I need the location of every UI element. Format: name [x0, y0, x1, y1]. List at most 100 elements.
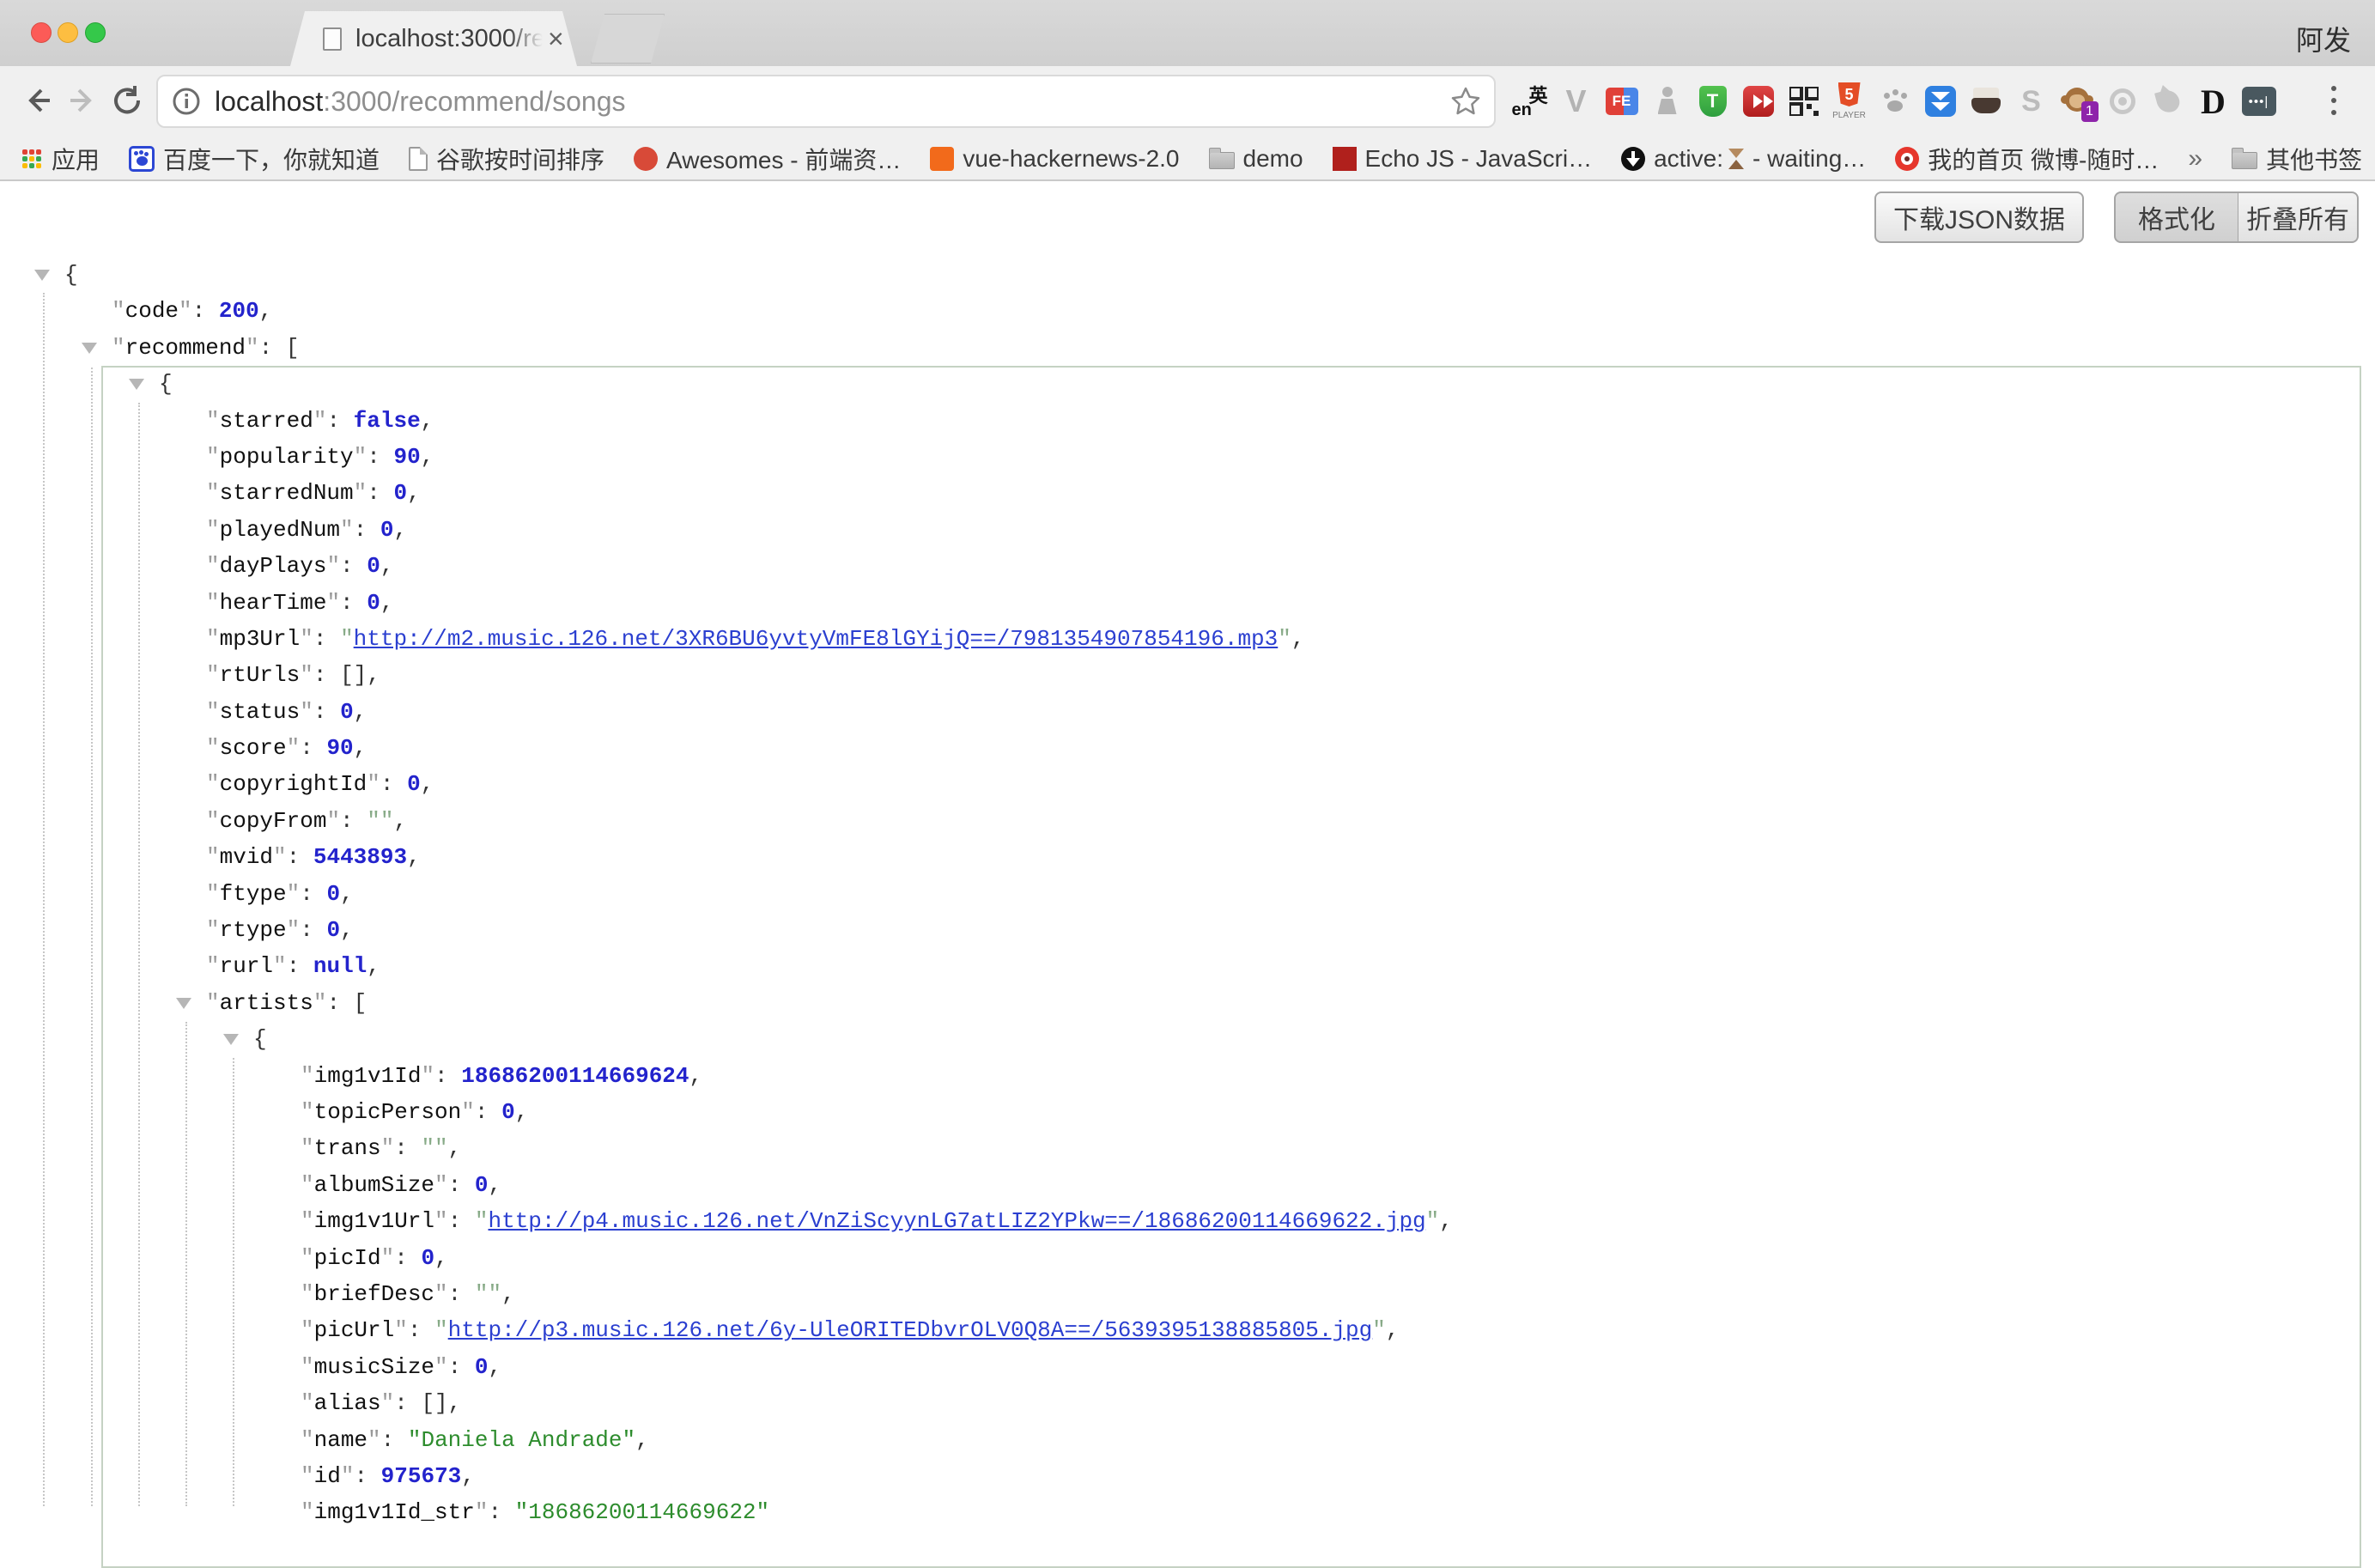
extension-downloader[interactable] [1917, 75, 1963, 128]
address-bar[interactable]: localhost:3000/recommend/songs [156, 75, 1496, 128]
profile-name[interactable]: 阿发 [2296, 19, 2351, 58]
browser-tab[interactable]: localhost:3000/recommend/so × [290, 11, 577, 66]
bookmark-baidu[interactable]: 百度一下，你就知道 [129, 142, 380, 176]
collapse-triangle-icon[interactable] [176, 998, 191, 1009]
apps-grid-icon [21, 148, 43, 170]
json-viewer: {"code": 200,"recommend": [{"starred": f… [0, 257, 2375, 1531]
browser-toolbar: localhost:3000/recommend/songs 英enVFE T 5P… [0, 66, 2375, 137]
back-button[interactable] [15, 78, 60, 123]
extension-fast-forward[interactable] [1735, 75, 1781, 128]
extension-paw[interactable] [1872, 75, 1917, 128]
reload-button[interactable] [105, 78, 149, 123]
apps-shortcut[interactable]: 应用 [21, 142, 100, 176]
json-line: "trans": "", [0, 1130, 2375, 1166]
bookmarks-overflow-chevron[interactable]: » [2188, 144, 2202, 173]
extension-org-chart[interactable] [1644, 75, 1690, 128]
json-line: "img1v1Url": "http://p4.music.126.net/Vn… [0, 1203, 2375, 1239]
bookmark-google-sorted[interactable]: 谷歌按时间排序 [409, 142, 604, 176]
translate-icon: 英en [1514, 84, 1548, 119]
bookmark-vue-hackernews[interactable]: vue-hackernews-2.0 [930, 145, 1179, 173]
extension-badge: 1 [2081, 101, 2099, 122]
gray-weibo-icon [2110, 88, 2135, 114]
collapse-triangle-icon[interactable] [129, 379, 144, 390]
url-text[interactable]: localhost:3000/recommend/songs [215, 86, 1449, 118]
apps-label: 应用 [52, 142, 100, 176]
monkey-icon: 1 [2062, 88, 2092, 115]
page-content: 下载JSON数据 格式化 折叠所有 { "code": 200,"recommen… [0, 181, 2375, 1506]
json-line: "code": 200, [0, 293, 2375, 329]
other-bookmarks[interactable]: 其他书签 [2232, 142, 2362, 176]
collapse-all-button[interactable]: 折叠所有 [2238, 191, 2359, 243]
page-icon [409, 147, 428, 171]
bookmark-label: demo [1243, 145, 1303, 173]
bookmark-active-waiting[interactable]: active:- waiting… [1621, 145, 1866, 173]
extension-monkey[interactable]: 1 [2054, 75, 2099, 128]
json-link[interactable]: http://p4.music.126.net/VnZiScyynLG7atLI… [488, 1208, 1425, 1234]
json-line: "rurl": null, [0, 948, 2375, 984]
bookmark-star-icon[interactable] [1449, 85, 1482, 118]
bookmark-echo-js[interactable]: Echo JS - JavaScri… [1333, 145, 1593, 173]
json-key: artists [220, 990, 313, 1016]
extension-devdocs-d[interactable]: D [2190, 75, 2236, 128]
extension-hummingbird[interactable] [2145, 75, 2190, 128]
json-punctuation: [ [354, 990, 367, 1016]
json-line: "artists": [ [0, 985, 2375, 1021]
extension-qr-code[interactable] [1781, 75, 1826, 128]
json-line: "dayPlays": 0, [0, 548, 2375, 584]
forward-button[interactable] [60, 78, 105, 123]
json-punctuation: { [253, 1026, 267, 1052]
extension-vimium[interactable]: V [1553, 75, 1599, 128]
json-key: copyrightId [220, 771, 367, 797]
extension-password-manager[interactable]: •••| [2236, 75, 2281, 128]
json-punctuation: { [159, 371, 173, 397]
collapse-triangle-icon[interactable] [34, 270, 50, 281]
json-number: 0 [326, 881, 340, 907]
json-number: 0 [393, 480, 407, 506]
tab-close-icon[interactable]: × [548, 25, 564, 52]
collapse-triangle-icon[interactable] [223, 1034, 239, 1045]
bookmark-awesomes[interactable]: Awesomes - 前端资… [634, 142, 901, 176]
json-empty-string: "" [475, 1281, 501, 1307]
json-number: 0 [475, 1354, 489, 1380]
json-number: 90 [393, 444, 420, 470]
json-link[interactable]: http://m2.music.126.net/3XR6BU6yvtyVmFE8… [354, 626, 1279, 652]
download-chevrons-icon [1925, 86, 1956, 117]
json-keyword: null [313, 953, 367, 979]
extension-s-ext[interactable]: S [2008, 75, 2054, 128]
minimize-window-button[interactable] [58, 22, 78, 43]
browser-menu-button[interactable] [2315, 78, 2353, 123]
collapse-triangle-icon[interactable] [82, 343, 97, 354]
bookmark-label: 我的首页 微博-随时… [1928, 142, 2159, 176]
json-line: "recommend": [ [0, 330, 2375, 366]
kebab-menu-icon [2331, 98, 2336, 103]
json-link[interactable]: http://p3.music.126.net/6y-UleORITEDbvrO… [448, 1317, 1373, 1343]
format-button[interactable]: 格式化 [2114, 191, 2239, 243]
extension-translate[interactable]: 英en [1508, 75, 1553, 128]
shield-t-icon: T [1699, 86, 1727, 117]
json-line: "picUrl": "http://p3.music.126.net/6y-Ul… [0, 1312, 2375, 1348]
extension-weibo-gray[interactable] [2099, 75, 2145, 128]
json-key: starredNum [220, 480, 354, 506]
json-key: name [314, 1427, 367, 1453]
extension-html5-player[interactable]: 5PLAYER [1826, 75, 1872, 128]
other-bookmarks-label: 其他书签 [2266, 142, 2362, 176]
folder-icon [1209, 152, 1235, 169]
bookmark-weibo-home[interactable]: 我的首页 微博-随时… [1895, 142, 2159, 176]
forward-arrow-icon [65, 83, 100, 118]
close-window-button[interactable] [31, 22, 52, 43]
json-key: picUrl [314, 1317, 395, 1343]
site-info-icon[interactable] [172, 87, 201, 116]
new-tab-button[interactable] [591, 14, 665, 64]
maximize-window-button[interactable] [85, 22, 106, 43]
json-line: "playedNum": 0, [0, 512, 2375, 548]
json-key: rurl [220, 953, 273, 979]
extension-fe[interactable]: FE [1599, 75, 1644, 128]
json-key: img1v1Id_str [314, 1499, 475, 1525]
bookmark-demo-folder[interactable]: demo [1209, 145, 1303, 173]
extension-shield-t[interactable]: T [1690, 75, 1735, 128]
password-dots-icon: •••| [2242, 87, 2276, 116]
json-key: copyFrom [220, 808, 327, 834]
json-line: "picId": 0, [0, 1240, 2375, 1276]
extension-mask[interactable] [1963, 75, 2008, 128]
download-json-button[interactable]: 下载JSON数据 [1874, 191, 2084, 243]
